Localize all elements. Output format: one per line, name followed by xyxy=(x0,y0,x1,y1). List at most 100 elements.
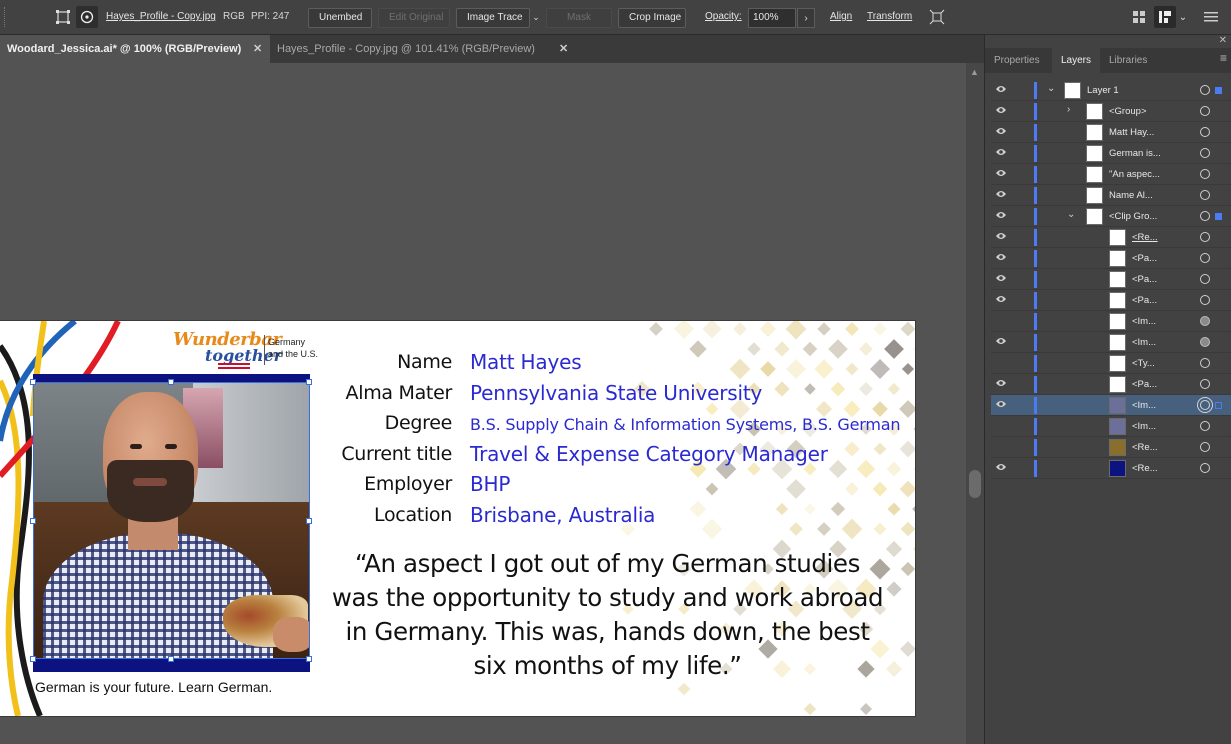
layer-name[interactable]: <Ty... xyxy=(1132,358,1155,369)
layer-name[interactable]: <Pa... xyxy=(1132,295,1157,306)
visibility-eye-icon[interactable] xyxy=(994,462,1008,474)
tab-woodard-jessica[interactable]: Woodard_Jessica.ai* @ 100% (RGB/Preview)… xyxy=(0,35,270,63)
panel-collapse-icon[interactable]: ✕ xyxy=(1219,35,1227,46)
expand-chevron-down-icon[interactable]: ⌄ xyxy=(1067,209,1075,220)
field-value-employer[interactable]: BHP xyxy=(470,472,510,496)
tab-libraries[interactable]: Libraries xyxy=(1100,48,1156,73)
visibility-eye-icon[interactable] xyxy=(994,252,1008,264)
layer-name[interactable]: <Im... xyxy=(1132,337,1156,348)
field-label-current-title[interactable]: Current title xyxy=(341,443,452,465)
tab-properties[interactable]: Properties xyxy=(985,48,1049,73)
target-circle-icon[interactable] xyxy=(1200,316,1210,326)
selection-indicator-icon[interactable] xyxy=(1215,87,1222,94)
image-trace-dropdown-icon[interactable]: ⌄ xyxy=(530,6,542,28)
close-tab-icon[interactable]: ✕ xyxy=(559,35,568,63)
field-value-name[interactable]: Matt Hayes xyxy=(470,350,582,374)
workspace-switcher-icon[interactable] xyxy=(1154,6,1176,28)
unembed-button[interactable]: Unembed xyxy=(308,8,372,28)
selection-indicator-icon[interactable] xyxy=(1215,402,1222,409)
visibility-eye-icon[interactable] xyxy=(994,84,1008,96)
layer-name[interactable]: "An aspec... xyxy=(1109,169,1160,180)
layer-row[interactable]: › <Group> xyxy=(991,101,1231,122)
quote-text[interactable]: “An aspect I got out of my German studie… xyxy=(330,547,885,683)
layer-name[interactable]: <Group> xyxy=(1109,106,1147,117)
resize-handle[interactable] xyxy=(30,379,36,385)
layer-name[interactable]: <Im... xyxy=(1132,400,1156,411)
workspace-dropdown-icon[interactable]: ⌄ xyxy=(1176,6,1190,28)
resize-handle[interactable] xyxy=(306,379,312,385)
field-label-employer[interactable]: Employer xyxy=(364,473,452,495)
target-circle-icon[interactable] xyxy=(1200,106,1210,116)
layer-row[interactable]: <Im... xyxy=(991,332,1231,353)
visibility-eye-icon[interactable] xyxy=(994,105,1008,117)
layer-row[interactable]: <Pa... xyxy=(991,290,1231,311)
tab-layers[interactable]: Layers xyxy=(1052,48,1101,73)
layer-row[interactable]: German is... xyxy=(991,143,1231,164)
layer-row[interactable]: Matt Hay... xyxy=(991,122,1231,143)
resize-handle[interactable] xyxy=(30,656,36,662)
opacity-arrow-icon[interactable]: › xyxy=(797,8,815,28)
resize-handle[interactable] xyxy=(306,518,312,524)
edit-original-button[interactable]: Edit Original xyxy=(378,8,450,28)
resize-handle[interactable] xyxy=(30,518,36,524)
resize-handle[interactable] xyxy=(168,656,174,662)
field-label-location[interactable]: Location xyxy=(374,504,452,526)
visibility-eye-icon[interactable] xyxy=(994,189,1008,201)
layer-name[interactable]: <Re... xyxy=(1132,442,1158,453)
scroll-up-icon[interactable]: ▲ xyxy=(970,67,979,77)
layer-name[interactable]: Layer 1 xyxy=(1087,85,1119,96)
layer-name[interactable]: <Pa... xyxy=(1132,379,1157,390)
opacity-label[interactable]: Opacity: xyxy=(705,11,742,22)
layer-name[interactable]: Name Al... xyxy=(1109,190,1153,201)
panel-grip[interactable] xyxy=(4,7,7,27)
transform-link[interactable]: Transform xyxy=(867,11,912,22)
visibility-eye-icon[interactable] xyxy=(994,273,1008,285)
visibility-eye-icon[interactable] xyxy=(994,294,1008,306)
layer-row[interactable]: <Pa... xyxy=(991,269,1231,290)
layer-row[interactable]: <Re... xyxy=(991,227,1231,248)
crop-image-button[interactable]: Crop Image xyxy=(618,8,686,28)
field-label-name[interactable]: Name xyxy=(397,351,452,373)
target-circle-icon[interactable] xyxy=(1200,337,1210,347)
layer-row[interactable]: <Pa... xyxy=(991,248,1231,269)
visibility-eye-icon[interactable] xyxy=(994,378,1008,390)
target-circle-icon[interactable] xyxy=(1200,379,1210,389)
expand-chevron-right-icon[interactable]: › xyxy=(1067,104,1070,115)
visibility-eye-icon[interactable] xyxy=(994,126,1008,138)
field-label-alma-mater[interactable]: Alma Mater xyxy=(346,382,453,404)
visibility-eye-icon[interactable] xyxy=(994,357,1008,369)
expand-chevron-down-icon[interactable]: ⌄ xyxy=(1047,83,1055,94)
selection-indicator-icon[interactable] xyxy=(1215,213,1222,220)
linked-filename[interactable]: Hayes_Profile - Copy.jpg xyxy=(106,11,216,22)
layer-name[interactable]: <Pa... xyxy=(1132,274,1157,285)
target-circle-icon[interactable] xyxy=(1200,463,1210,473)
profile-photo[interactable] xyxy=(33,382,310,659)
layer-name[interactable]: <Im... xyxy=(1132,421,1156,432)
target-circle-icon[interactable] xyxy=(1200,148,1210,158)
target-circle-icon[interactable] xyxy=(1200,85,1210,95)
canvas-area[interactable]: Wunderbar together Germany and the U.S. xyxy=(0,63,966,744)
scrollbar-thumb[interactable] xyxy=(969,470,981,498)
visibility-eye-icon[interactable] xyxy=(994,147,1008,159)
field-label-degree[interactable]: Degree xyxy=(385,412,453,434)
layer-row[interactable]: ⌄ <Clip Gro... xyxy=(991,206,1231,227)
isolate-icon[interactable] xyxy=(926,6,948,28)
target-circle-icon[interactable] xyxy=(1200,421,1210,431)
layer-row[interactable]: <Ty... xyxy=(991,353,1231,374)
visibility-eye-icon[interactable] xyxy=(994,441,1008,453)
layer-row[interactable]: Name Al... xyxy=(991,185,1231,206)
visibility-eye-icon[interactable] xyxy=(994,420,1008,432)
target-circle-icon[interactable] xyxy=(1200,274,1210,284)
visibility-eye-icon[interactable] xyxy=(994,315,1008,327)
caption-text[interactable]: German is your future. Learn German. xyxy=(35,679,315,695)
mask-button[interactable]: Mask xyxy=(546,8,612,28)
tab-hayes-profile[interactable]: Hayes_Profile - Copy.jpg @ 101.41% (RGB/… xyxy=(270,35,576,63)
layer-row[interactable]: <Pa... xyxy=(991,374,1231,395)
layer-name[interactable]: <Pa... xyxy=(1132,253,1157,264)
visibility-eye-icon[interactable] xyxy=(994,399,1008,411)
target-circle-icon[interactable] xyxy=(1200,190,1210,200)
target-circle-icon[interactable] xyxy=(1200,169,1210,179)
layer-row[interactable]: "An aspec... xyxy=(991,164,1231,185)
menu-icon[interactable] xyxy=(1200,6,1222,28)
align-link[interactable]: Align xyxy=(830,11,852,22)
